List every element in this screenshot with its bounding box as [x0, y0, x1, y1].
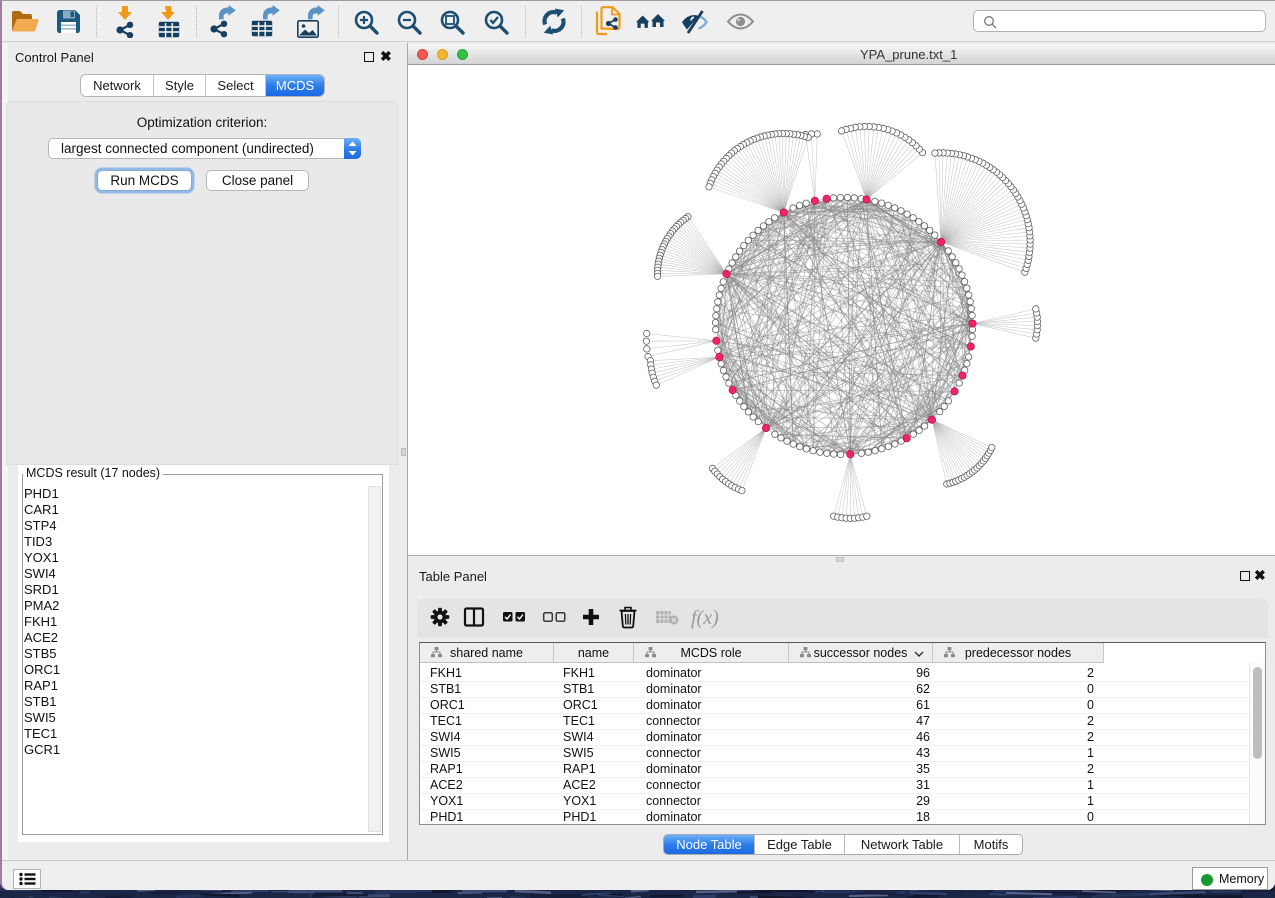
- svg-text:f(x): f(x): [691, 607, 719, 629]
